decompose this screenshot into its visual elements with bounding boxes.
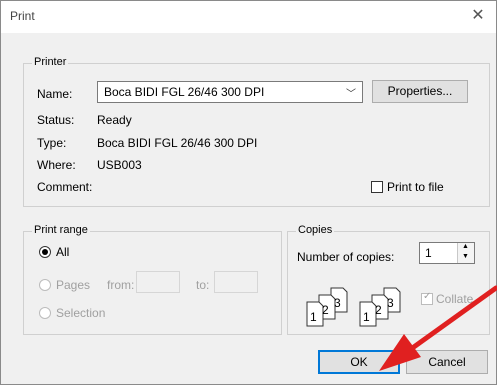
window-title: Print — [10, 9, 35, 23]
comment-label: Comment: — [37, 180, 93, 194]
selection-radio[interactable] — [39, 307, 51, 319]
type-label: Type: — [37, 136, 67, 150]
selection-label[interactable]: Selection — [56, 306, 105, 320]
chevron-down-icon[interactable]: ▼ — [462, 253, 469, 260]
check-icon: ✓ — [423, 291, 432, 302]
cancel-button-label: Cancel — [428, 355, 466, 369]
print-range-group-label: Print range — [32, 224, 90, 236]
number-of-copies-label: Number of copies: — [297, 250, 395, 264]
status-value: Ready — [97, 113, 132, 127]
spinner-buttons[interactable]: ▲ ▼ — [457, 243, 474, 263]
printer-name-value: Boca BIDI FGL 26/46 300 DPI — [104, 85, 265, 99]
chevron-down-icon: ﹀ — [346, 89, 356, 100]
type-value: Boca BIDI FGL 26/46 300 DPI — [97, 136, 258, 150]
collate-label[interactable]: Collate — [436, 292, 473, 306]
printer-name-select[interactable]: Boca BIDI FGL 26/46 300 DPI ﹀ — [97, 81, 363, 103]
from-label: from: — [107, 278, 135, 292]
status-label: Status: — [37, 113, 75, 127]
chevron-up-icon[interactable]: ▲ — [462, 243, 469, 250]
copies-value: 1 — [425, 246, 432, 260]
close-icon[interactable]: ✕ — [466, 5, 490, 27]
name-label: Name: — [37, 87, 73, 101]
where-value: USB003 — [97, 158, 142, 172]
print-to-file-label[interactable]: Print to file — [387, 180, 444, 194]
ok-button[interactable]: OK — [318, 350, 400, 374]
to-label: to: — [196, 278, 210, 292]
print-to-file-checkbox[interactable] — [371, 181, 383, 193]
ok-button-label: OK — [350, 355, 368, 369]
properties-button[interactable]: Properties... — [372, 80, 468, 103]
properties-button-label: Properties... — [387, 84, 453, 98]
pages-label[interactable]: Pages — [56, 278, 90, 292]
printer-group-label: Printer — [32, 56, 69, 68]
title-bar: Print ✕ — [1, 1, 496, 33]
all-radio[interactable] — [39, 246, 51, 258]
cancel-button[interactable]: Cancel — [406, 350, 488, 374]
collate-checkbox[interactable]: ✓ — [421, 291, 433, 305]
radio-selected-dot — [42, 249, 48, 255]
pages-radio[interactable] — [39, 279, 51, 291]
to-page-input[interactable] — [214, 271, 258, 293]
copies-spinner[interactable]: 1 ▲ ▼ — [419, 242, 475, 264]
where-label: Where: — [37, 158, 76, 172]
all-label[interactable]: All — [56, 245, 69, 259]
from-page-input[interactable] — [136, 271, 180, 293]
copies-group-label: Copies — [296, 224, 335, 236]
print-dialog: Print ✕ Printer Name: Boca BIDI FGL 26/4… — [0, 0, 497, 385]
